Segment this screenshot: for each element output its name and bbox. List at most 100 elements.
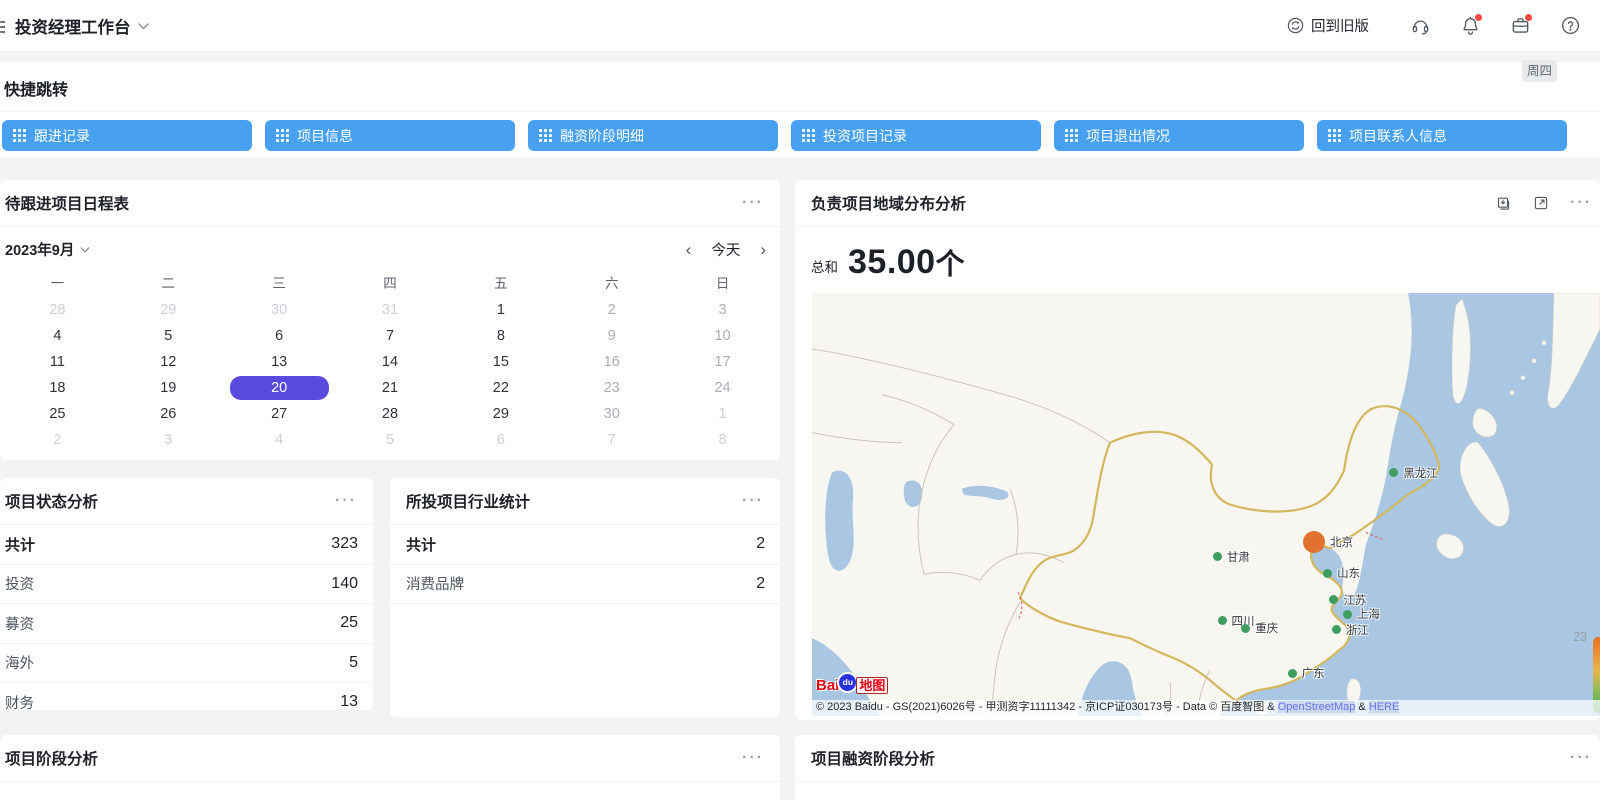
quick-jump-button[interactable]: 项目联系人信息 — [1317, 120, 1567, 151]
month-selector[interactable]: 2023年9月 — [5, 239, 90, 260]
more-icon[interactable]: ··· — [1570, 195, 1592, 211]
quick-jump-label: 项目联系人信息 — [1349, 126, 1447, 146]
open-in-new-icon[interactable] — [1532, 194, 1550, 212]
topbar: 投资经理工作台 回到旧版 — [0, 0, 1600, 52]
calendar-day[interactable]: 2 — [556, 297, 667, 323]
calendar-day[interactable]: 30 — [224, 297, 335, 323]
notifications-bell-icon[interactable] — [1459, 15, 1481, 37]
calendar-day[interactable]: 28 — [2, 297, 113, 323]
calendar-day[interactable]: 27 — [224, 401, 335, 427]
map-geography — [812, 293, 1600, 716]
map-point-dot — [1241, 624, 1250, 633]
card-title: 待跟进项目日程表 — [5, 192, 129, 214]
baidu-map[interactable]: 黑龙江 北京 甘肃 山东 江苏 上海 四川 重庆 浙江 广东 23 0 Bai … — [812, 293, 1600, 716]
help-icon[interactable] — [1559, 15, 1581, 37]
calendar-day[interactable]: 11 — [2, 349, 113, 375]
quick-jump-button[interactable]: 项目退出情况 — [1054, 120, 1304, 151]
calendar-day[interactable]: 5 — [113, 323, 224, 349]
more-icon[interactable]: ··· — [1570, 750, 1592, 766]
stat-row: 海外 5 — [0, 644, 373, 684]
prev-month-button[interactable]: ‹ — [686, 241, 692, 258]
card-title: 负责项目地域分布分析 — [811, 192, 966, 214]
calendar-day[interactable]: 28 — [335, 401, 446, 427]
workspace-switcher[interactable]: 投资经理工作台 — [15, 14, 149, 38]
calendar-day[interactable]: 21 — [335, 375, 446, 401]
more-icon[interactable]: ··· — [742, 195, 764, 211]
map-point-dot — [1218, 616, 1227, 625]
more-icon[interactable]: ··· — [742, 750, 764, 766]
back-to-old-version-button[interactable]: 回到旧版 — [1286, 15, 1369, 36]
calendar-day[interactable]: 7 — [335, 323, 446, 349]
quick-jump-button[interactable]: 融资阶段明细 — [528, 120, 778, 151]
calendar-day[interactable]: 18 — [2, 375, 113, 401]
weekday-badge: 周四 — [1522, 60, 1557, 82]
calendar-day[interactable]: 13 — [224, 349, 335, 375]
calendar-day[interactable]: 8 — [445, 323, 556, 349]
calendar-day[interactable]: 8 — [667, 427, 778, 453]
calendar-day[interactable]: 24 — [667, 375, 778, 401]
calendar-day[interactable]: 9 — [556, 323, 667, 349]
calendar-day[interactable]: 26 — [113, 401, 224, 427]
map-point-dot — [1329, 595, 1338, 604]
grid-icon — [1328, 129, 1341, 142]
here-link[interactable]: HERE — [1369, 701, 1400, 713]
map-point: 山东 — [1323, 565, 1360, 581]
calendar-day[interactable]: 29 — [113, 297, 224, 323]
calendar-day[interactable]: 29 — [445, 401, 556, 427]
calendar-day[interactable]: 25 — [2, 401, 113, 427]
calendar-day[interactable]: 6 — [224, 323, 335, 349]
quick-jump-button[interactable]: 项目信息 — [265, 120, 515, 151]
weekday-header: 五 — [445, 271, 556, 297]
baidu-paw-icon: du — [837, 672, 858, 693]
calendar-day[interactable]: 4 — [2, 323, 113, 349]
calendar-day[interactable]: 3 — [113, 427, 224, 453]
calendar-day[interactable]: 10 — [667, 323, 778, 349]
calendar-day[interactable]: 17 — [667, 349, 778, 375]
quick-jump-heading: 快捷跳转 — [0, 62, 1600, 112]
calendar-day[interactable]: 3 — [667, 297, 778, 323]
quick-jump-label: 项目退出情况 — [1086, 126, 1170, 146]
map-point-dot — [1389, 468, 1398, 477]
stat-value: 140 — [331, 575, 358, 593]
menu-icon[interactable] — [0, 21, 5, 33]
calendar-day[interactable]: 4 — [224, 427, 335, 453]
calendar-day[interactable]: 12 — [113, 349, 224, 375]
calendar-day[interactable]: 23 — [556, 375, 667, 401]
map-point-label: 广东 — [1302, 665, 1325, 681]
support-headset-icon[interactable] — [1409, 15, 1431, 37]
calendar-day[interactable]: 22 — [445, 375, 556, 401]
calendar-day[interactable]: 30 — [556, 401, 667, 427]
map-point-dot — [1343, 610, 1352, 619]
calendar-day[interactable]: 7 — [556, 427, 667, 453]
quick-jump-button[interactable]: 跟进记录 — [2, 120, 252, 151]
project-stage-card: 项目阶段分析 ··· — [0, 735, 780, 800]
more-icon[interactable]: ··· — [742, 493, 764, 509]
calendar-day[interactable]: 14 — [335, 349, 446, 375]
total-value: 35.00 — [848, 243, 936, 282]
grid-icon — [13, 129, 26, 142]
map-point-label: 江苏 — [1343, 592, 1366, 608]
quick-jump-button[interactable]: 投资项目记录 — [791, 120, 1041, 151]
more-icon[interactable]: ··· — [335, 493, 357, 509]
calendar-day[interactable]: 1 — [667, 401, 778, 427]
calendar-day[interactable]: 31 — [335, 297, 446, 323]
stat-value: 13 — [340, 693, 358, 710]
todo-schedule-card: 待跟进项目日程表 ··· 2023年9月 ‹ 今天 › 一二三四五六日28293… — [0, 180, 780, 460]
calendar-day[interactable]: 2 — [2, 427, 113, 453]
baidu-logo: Bai du 地图 — [816, 672, 888, 699]
calendar-day[interactable]: 5 — [335, 427, 446, 453]
today-button[interactable]: 今天 — [711, 239, 740, 260]
calendar-day[interactable]: 1 — [445, 297, 556, 323]
workbench-briefcase-icon[interactable] — [1509, 15, 1531, 37]
calendar-day[interactable]: 15 — [445, 349, 556, 375]
stat-row: 财务 13 — [0, 683, 373, 710]
total-label: 总和 — [811, 256, 838, 276]
calendar-day[interactable]: 19 — [113, 375, 224, 401]
export-icon[interactable] — [1494, 194, 1512, 212]
calendar-day[interactable]: 20 — [224, 375, 335, 401]
osm-link[interactable]: OpenStreetMap — [1278, 701, 1356, 713]
calendar-day[interactable]: 16 — [556, 349, 667, 375]
industry-rows: 共计 2 消费品牌 2 — [390, 525, 780, 604]
next-month-button[interactable]: › — [760, 241, 766, 258]
calendar-day[interactable]: 6 — [445, 427, 556, 453]
